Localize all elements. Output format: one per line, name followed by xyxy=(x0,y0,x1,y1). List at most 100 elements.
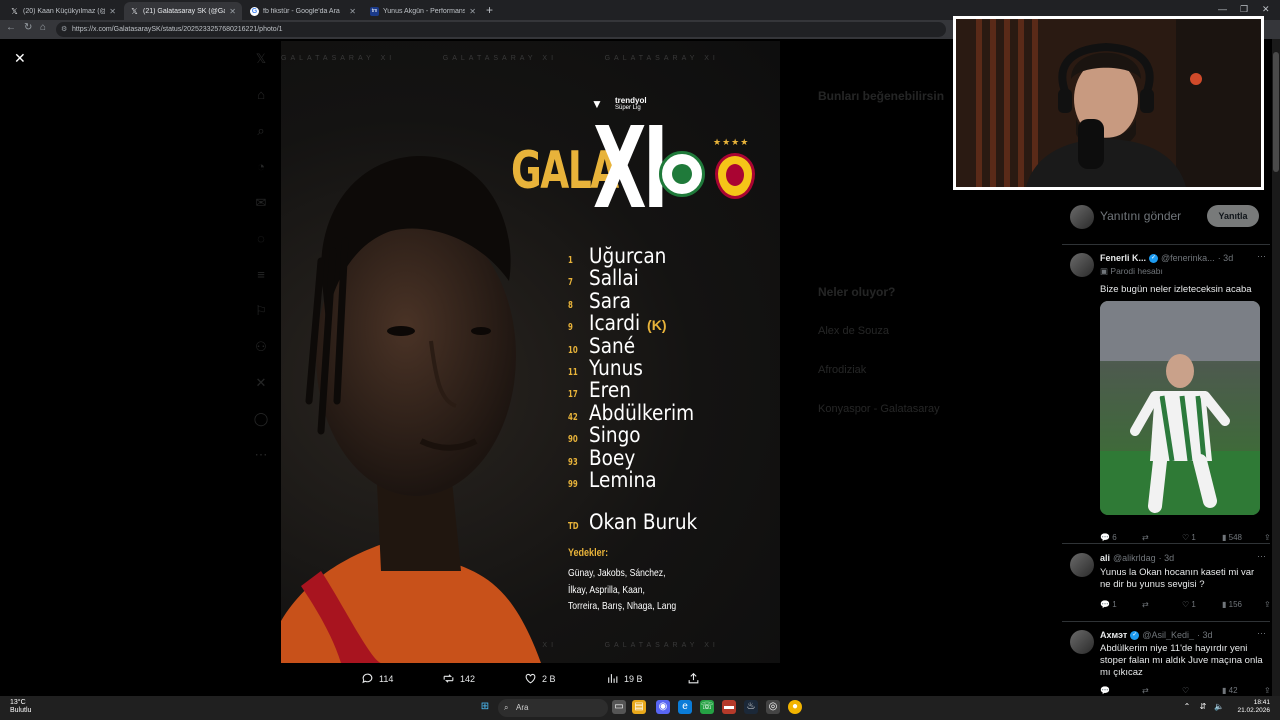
tweet-time[interactable]: · 3d xyxy=(1159,553,1175,563)
bookmarks-icon: ⚐ xyxy=(255,303,267,318)
author-handle[interactable]: @Asil_Kedi_ xyxy=(1142,630,1194,640)
share-action[interactable]: ⇪ xyxy=(1264,600,1271,609)
avatar[interactable] xyxy=(1070,630,1094,654)
clock[interactable]: 18:41 21.02.2026 xyxy=(1236,699,1270,715)
discord-icon[interactable]: ◉ xyxy=(656,700,670,714)
new-tab-icon[interactable]: + xyxy=(486,3,493,17)
app-icon[interactable]: ▬ xyxy=(722,700,736,714)
author-name[interactable]: Fenerli K... xyxy=(1100,253,1146,263)
file-explorer-icon[interactable]: ▤ xyxy=(632,700,646,714)
player-row: 11 Yunus xyxy=(568,355,643,380)
share-action[interactable]: ⇪ xyxy=(1264,686,1271,695)
author-name[interactable]: ali xyxy=(1100,553,1110,563)
views-action[interactable]: ▮ 156 xyxy=(1222,600,1264,609)
player-row: 90 Singo xyxy=(568,423,641,448)
more-options-icon[interactable]: ⋯ xyxy=(1257,628,1266,639)
coach-label: TD xyxy=(568,521,579,532)
maximize-icon[interactable]: ❐ xyxy=(1240,4,1248,15)
repost-action[interactable]: ⇄ xyxy=(1142,600,1182,609)
player-row: 8 Sara xyxy=(568,288,631,313)
watermark: GALATASARAY XI GALATASARAY XI GALATASARA… xyxy=(281,55,719,62)
reply-input[interactable]: Yanıtını gönder xyxy=(1100,209,1181,223)
like-action[interactable]: ♡ 1 xyxy=(1182,600,1222,609)
verified-icon: ✓ xyxy=(1149,253,1159,263)
edge-icon[interactable]: e xyxy=(678,700,692,714)
browser-tab-active[interactable]: 𝕏 (21) Galatasaray SK (@Galatasaray ✕ xyxy=(124,2,242,20)
reply-action[interactable]: 💬 1 xyxy=(1100,600,1142,609)
author-handle[interactable]: @alikrldag xyxy=(1113,553,1156,563)
views-action[interactable]: ▮ 548 xyxy=(1222,533,1264,542)
avatar[interactable] xyxy=(1070,253,1094,277)
who-to-follow-heading: Bunları beğenebilirsin xyxy=(818,89,945,103)
reply-tweet[interactable]: ali @alikrldag · 3d ⋯ Yunus la Okan hoca… xyxy=(1062,547,1271,623)
share-action[interactable]: ⇪ xyxy=(1264,533,1271,542)
weather-temp: 13°C xyxy=(10,699,26,706)
tm-icon: tm xyxy=(370,6,379,16)
task-view-icon[interactable]: ▭ xyxy=(612,700,626,714)
start-icon[interactable]: ⊞ xyxy=(478,700,492,714)
share-button[interactable] xyxy=(687,672,700,685)
player-row: 93 Boey xyxy=(568,445,636,470)
whatsapp-icon[interactable]: ☏ xyxy=(700,700,714,714)
close-tab-icon[interactable]: ✕ xyxy=(349,7,356,16)
chrome-icon[interactable]: ● xyxy=(788,700,802,714)
close-tab-icon[interactable]: ✕ xyxy=(109,7,116,16)
footballer-photo xyxy=(1100,301,1260,515)
weather-widget[interactable]: 13°C Bulutlu xyxy=(10,699,31,715)
subs-line: İlkay, Asprilla, Kaan, xyxy=(568,583,645,596)
reply-tweet[interactable]: Fenerli K... ✓ @fenerinka... · 3d ⋯ ▣ Pa… xyxy=(1062,247,1271,547)
tweet-image[interactable] xyxy=(1100,301,1260,515)
repost-action[interactable]: ⇄ xyxy=(1142,533,1182,542)
tweet-text: Abdülkerim niye 11'de hayırdır yeni stop… xyxy=(1100,643,1263,678)
like-button[interactable]: 2 B xyxy=(524,672,556,685)
trend-item: Alex de Souza xyxy=(818,325,889,337)
close-tab-icon[interactable]: ✕ xyxy=(229,7,236,16)
views-action[interactable]: ▮ 42 xyxy=(1222,686,1264,695)
views-button[interactable]: 19 B xyxy=(606,672,643,685)
address-bar[interactable]: ⚙ https://x.com/GalatasaraySK/status/202… xyxy=(56,22,946,37)
steam-icon[interactable]: ♨ xyxy=(744,700,758,714)
back-icon[interactable]: ← xyxy=(6,22,16,33)
trend-item: Afrodiziak xyxy=(818,364,867,376)
streamer-video xyxy=(956,19,1261,187)
obs-icon[interactable]: ◎ xyxy=(766,700,780,714)
reply-button[interactable]: 114 xyxy=(361,672,393,685)
player-row: 17 Eren xyxy=(568,378,631,403)
author-name[interactable]: Ахмэт xyxy=(1100,630,1127,640)
more-options-icon[interactable]: ⋯ xyxy=(1257,551,1266,562)
repost-button[interactable]: 142 xyxy=(442,672,475,685)
browser-tab[interactable]: tm Yunus Akgün - Performans bilgileri ✕ xyxy=(364,2,482,20)
minimize-icon[interactable]: — xyxy=(1218,4,1227,14)
avatar[interactable] xyxy=(1070,553,1094,577)
reply-tweet[interactable]: Ахмэт ✓ @Asil_Kedi_ · 3d ⋯ Abdülkerim ni… xyxy=(1062,624,1271,696)
volume-icon[interactable]: 🔈 xyxy=(1212,700,1226,714)
repost-count: 142 xyxy=(460,673,476,684)
site-info-icon[interactable]: ⚙ xyxy=(61,22,67,37)
home-icon[interactable]: ⌂ xyxy=(40,22,46,33)
reply-action[interactable]: 💬 xyxy=(1100,686,1142,695)
tray-up-icon[interactable]: ⌃ xyxy=(1180,700,1194,714)
reload-icon[interactable]: ↻ xyxy=(24,22,32,33)
scrollbar-thumb[interactable] xyxy=(1273,52,1279,172)
tweet-actions: 💬 ⇄ ♡ ▮ 42 ⇪ xyxy=(1100,686,1271,695)
tweet-time[interactable]: · 3d xyxy=(1197,630,1213,640)
close-window-icon[interactable]: ✕ xyxy=(1262,4,1270,15)
divider xyxy=(1062,621,1270,622)
player-row: 42 Abdülkerim xyxy=(568,400,695,425)
browser-tab[interactable]: 𝕏 (20) Kaan Küçükyılmaz (@kaankck ✕ xyxy=(4,2,122,20)
repost-action[interactable]: ⇄ xyxy=(1142,686,1182,695)
taskbar-search[interactable]: ⌕ Ara xyxy=(498,699,608,717)
close-tab-icon[interactable]: ✕ xyxy=(469,7,476,16)
more-options-icon[interactable]: ⋯ xyxy=(1257,251,1266,262)
reply-action[interactable]: 💬 6 xyxy=(1100,533,1142,542)
author-handle[interactable]: @fenerinka... xyxy=(1161,253,1215,263)
browser-tab[interactable]: G fb fikstür - Google'da Ara ✕ xyxy=(244,2,362,20)
network-icon[interactable]: ⇵ xyxy=(1196,700,1210,714)
like-action[interactable]: ♡ xyxy=(1182,686,1222,695)
reply-submit-button[interactable]: Yanıtla xyxy=(1207,205,1259,227)
parody-icon: ▣ xyxy=(1100,266,1111,276)
close-icon[interactable]: ✕ xyxy=(14,51,28,65)
tweet-time[interactable]: · 3d xyxy=(1218,253,1234,263)
like-action[interactable]: ♡ 1 xyxy=(1182,533,1222,542)
search-icon: ⌕ xyxy=(257,123,265,138)
